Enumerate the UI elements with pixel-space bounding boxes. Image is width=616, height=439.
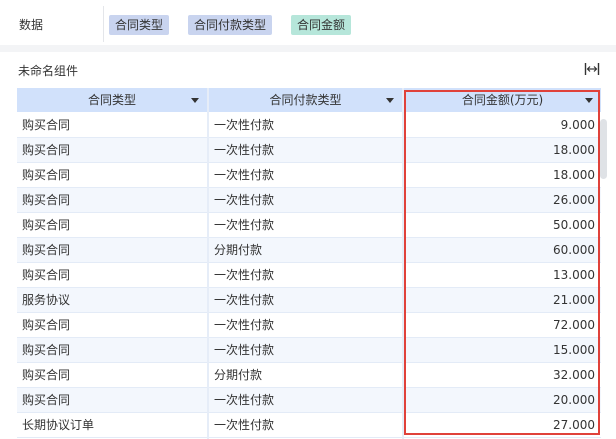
cell-contract-type: 长期协议订单: [17, 413, 207, 437]
cell-contract-type: 购买合同: [17, 313, 207, 337]
table-row[interactable]: 购买合同 一次性付款 9.000: [17, 113, 601, 138]
cell-payment-type: 一次性付款: [209, 188, 402, 212]
cell-contract-amount: 32.000: [404, 363, 601, 387]
table-row[interactable]: 购买合同 一次性付款 15.000: [17, 338, 601, 363]
field-chip-payment-type[interactable]: 合同付款类型: [188, 15, 273, 35]
data-table: 合同类型 合同付款类型 合同金额(万元) 购买合同 一次性付款 9.000 购买合同一…: [17, 88, 601, 439]
column-header-contract-amount[interactable]: 合同金额(万元): [404, 88, 601, 112]
cell-contract-amount: 18.000: [404, 138, 601, 162]
fit-width-icon[interactable]: [584, 62, 600, 76]
cell-contract-type: 购买合同: [17, 138, 207, 162]
cell-contract-amount: 27.000: [404, 413, 601, 437]
cell-payment-type: 一次性付款: [209, 113, 402, 137]
cell-contract-amount: 50.000: [404, 213, 601, 237]
column-header-payment-type[interactable]: 合同付款类型: [209, 88, 404, 112]
cell-payment-type: 一次性付款: [209, 413, 402, 437]
column-separator: [402, 88, 404, 439]
cell-contract-amount: 26.000: [404, 188, 601, 212]
data-label: 数据: [19, 18, 44, 32]
data-fields-bar: 数据 合同类型 合同付款类型 合同金额: [0, 0, 616, 45]
cell-payment-type: 一次性付款: [209, 313, 402, 337]
table-row[interactable]: 购买合同 分期付款 32.000: [17, 363, 601, 388]
cell-contract-amount: 20.000: [404, 388, 601, 412]
widget-title: 未命名组件: [18, 64, 79, 78]
cell-payment-type: 一次性付款: [209, 388, 402, 412]
table-widget: 未命名组件 合同类型 合同付款类型 合同金额(万元) 购买合同 一次性付款 9.00…: [0, 52, 616, 439]
cell-contract-type: 购买合同: [17, 388, 207, 412]
table-row[interactable]: 购买合同 一次性付款 13.000: [17, 263, 601, 288]
cell-payment-type: 一次性付款: [209, 213, 402, 237]
table-row[interactable]: 购买合同 一次性付款 18.000: [17, 163, 601, 188]
field-chip-contract-amount[interactable]: 合同金额: [291, 15, 352, 35]
table-row[interactable]: 购买合同 一次性付款 72.000: [17, 313, 601, 338]
cell-contract-amount: 60.000: [404, 238, 601, 262]
cell-payment-type: 一次性付款: [209, 263, 402, 287]
table-row[interactable]: 购买合同 一次性付款 26.000: [17, 188, 601, 213]
column-header-label: 合同金额(万元): [461, 93, 544, 107]
cell-contract-amount: 9.000: [404, 113, 601, 137]
field-chip-contract-type[interactable]: 合同类型: [109, 15, 170, 35]
column-header-label: 合同付款类型: [269, 93, 342, 107]
caret-down-icon[interactable]: [191, 98, 199, 103]
cell-contract-amount: 18.000: [404, 163, 601, 187]
cell-contract-type: 购买合同: [17, 238, 207, 262]
cell-payment-type: 分期付款: [209, 363, 402, 387]
vertical-scrollbar[interactable]: [600, 119, 607, 179]
column-header-contract-type[interactable]: 合同类型: [17, 88, 209, 112]
cell-contract-type: 服务协议: [17, 288, 207, 312]
cell-contract-type: 购买合同: [17, 163, 207, 187]
cell-payment-type: 一次性付款: [209, 138, 402, 162]
column-header-label: 合同类型: [87, 93, 136, 107]
caret-down-icon[interactable]: [386, 98, 394, 103]
cell-contract-amount: 15.000: [404, 338, 601, 362]
cell-contract-type: 购买合同: [17, 188, 207, 212]
cell-payment-type: 一次性付款: [209, 338, 402, 362]
cell-contract-type: 购买合同: [17, 263, 207, 287]
cell-contract-type: 购买合同: [17, 113, 207, 137]
divider: [103, 6, 104, 42]
table-row[interactable]: 购买合同 一次性付款 18.000: [17, 138, 601, 163]
caret-down-icon[interactable]: [585, 98, 593, 103]
cell-payment-type: 一次性付款: [209, 288, 402, 312]
cell-contract-amount: 72.000: [404, 313, 601, 337]
cell-contract-type: 购买合同: [17, 338, 207, 362]
cell-payment-type: 一次性付款: [209, 163, 402, 187]
cell-contract-amount: 13.000: [404, 263, 601, 287]
cell-contract-type: 购买合同: [17, 363, 207, 387]
table-header: 合同类型 合同付款类型 合同金额(万元): [17, 88, 601, 112]
cell-payment-type: 分期付款: [209, 238, 402, 262]
cell-contract-type: 购买合同: [17, 213, 207, 237]
table-row[interactable]: 购买合同 一次性付款 20.000: [17, 388, 601, 413]
column-separator: [207, 88, 209, 439]
table-row[interactable]: 长期协议订单 一次性付款 27.000: [17, 413, 601, 438]
table-row[interactable]: 购买合同 一次性付款 50.000: [17, 213, 601, 238]
table-row[interactable]: 服务协议 一次性付款 21.000: [17, 288, 601, 313]
cell-contract-amount: 21.000: [404, 288, 601, 312]
table-row[interactable]: 购买合同 分期付款 60.000: [17, 238, 601, 263]
